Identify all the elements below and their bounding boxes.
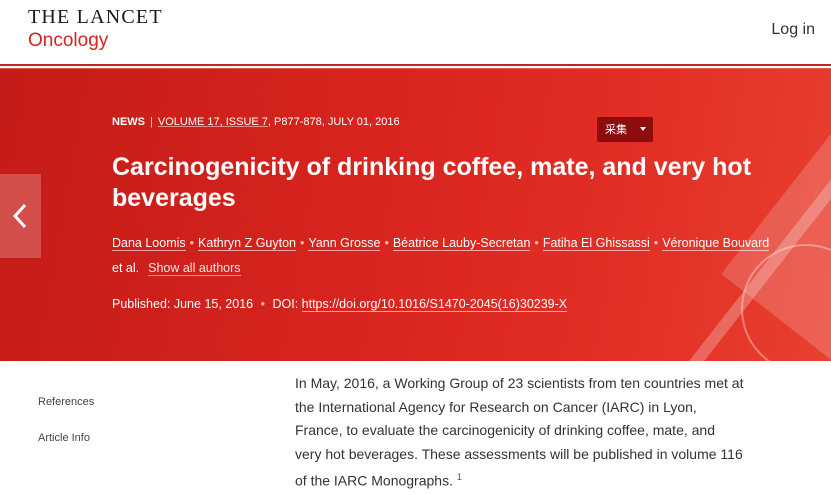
author-separator: • (653, 236, 659, 250)
article-meta: NEWS | VOLUME 17, ISSUE 7, P877-878, JULY … (112, 116, 400, 128)
article-hero-banner (0, 69, 831, 361)
doi-label: DOI: (272, 297, 299, 311)
chevron-left-icon (12, 203, 27, 229)
article-paragraph: In May, 2016, a Working Group of 23 scie… (295, 372, 745, 493)
issue-link[interactable]: VOLUME 17, ISSUE 7 (158, 116, 268, 128)
published-date: June 15, 2016 (173, 297, 254, 311)
lancet-oncology-logo[interactable]: THE LANCET Oncology (28, 7, 163, 53)
meta-separator: | (150, 116, 153, 128)
author-link[interactable]: Fatiha El Ghissassi (542, 236, 650, 251)
article-type: NEWS (112, 116, 145, 128)
nav-article-info[interactable]: Article Info (38, 432, 94, 444)
author-link[interactable]: Kathryn Z Guyton (198, 236, 297, 251)
author-link[interactable]: Véronique Bouvard (662, 236, 770, 251)
login-link[interactable]: Log in (771, 21, 815, 39)
collect-button[interactable]: 采集 (597, 117, 653, 142)
previous-article-button[interactable] (0, 174, 41, 258)
article-title: Carcinogenicity of drinking coffee, mate… (112, 153, 752, 212)
article-side-nav: References Article Info (38, 396, 94, 468)
et-al: et al. (112, 261, 140, 275)
doi-link[interactable]: https://doi.org/10.1016/S1470-2045(16)30… (301, 297, 568, 312)
show-all-authors-link[interactable]: Show all authors (148, 261, 241, 276)
author-separator: • (189, 236, 195, 250)
author-list: Dana Loomis • Kathryn Z Guyton • Yann Grosse… (112, 231, 812, 281)
caret-down-icon (640, 127, 646, 131)
author-separator: • (300, 236, 305, 250)
author-separator: • (384, 236, 389, 250)
author-link[interactable]: Dana Loomis (112, 236, 186, 251)
publication-info: Published: June 15, 2016 • DOI: https://… (112, 297, 568, 312)
nav-references[interactable]: References (38, 396, 94, 408)
logo-line1: THE LANCET (28, 6, 163, 28)
author-link[interactable]: Yann Grosse (308, 236, 381, 251)
author-link[interactable]: Béatrice Lauby-Secretan (392, 236, 531, 251)
site-header: THE LANCET Oncology Log in (0, 0, 831, 64)
reference-marker[interactable]: 1 (457, 472, 462, 482)
published-label: Published: (112, 297, 171, 311)
collect-button-label: 采集 (605, 123, 627, 136)
pages-date: , P877-878, JULY 01, 2016 (267, 116, 400, 128)
logo-line2: Oncology (28, 30, 109, 51)
author-separator: • (534, 236, 539, 250)
paragraph-text: In May, 2016, a Working Group of 23 scie… (295, 375, 744, 489)
info-separator: • (260, 297, 265, 311)
